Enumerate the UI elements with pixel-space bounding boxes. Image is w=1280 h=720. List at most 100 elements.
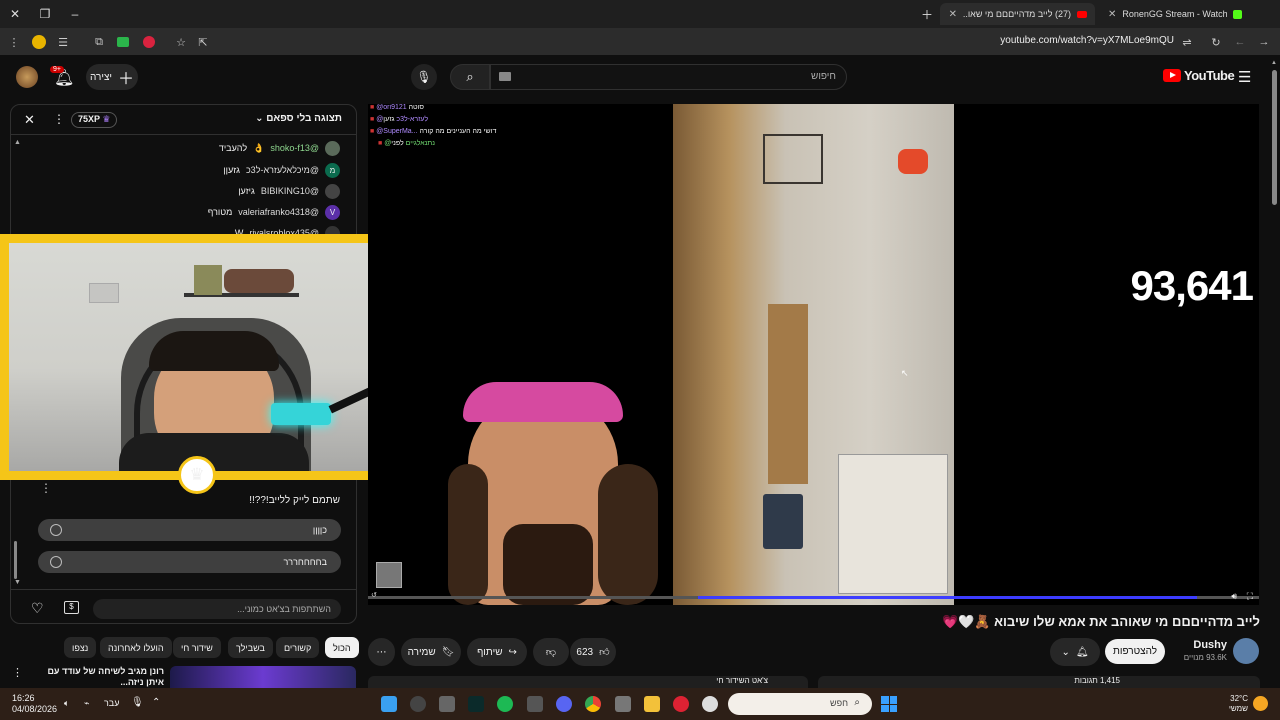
scroll-down-icon[interactable]: ▼ (14, 579, 21, 586)
install-app-icon[interactable]: ⇱ (194, 33, 212, 51)
heart-icon[interactable]: ♡ (31, 600, 44, 617)
extension-icon[interactable] (114, 33, 132, 51)
youtube-logo[interactable]: YouTube (1163, 68, 1235, 83)
scroll-up-icon[interactable]: ▲ (1271, 60, 1277, 66)
page-scrollbar[interactable]: ▲ (1271, 60, 1278, 688)
page-scrollbar-thumb[interactable] (1272, 70, 1277, 205)
poll-option-label: כןןןן (312, 525, 327, 535)
scroll-up-icon[interactable]: ▲ (14, 139, 21, 146)
back-icon[interactable]: → (1255, 33, 1273, 51)
share-button[interactable]: שיתוף ↪ (467, 638, 527, 666)
poll-option[interactable]: בחחחחררר (38, 551, 341, 573)
notification-toggle-button[interactable]: ⌄ 🔔︎ (1050, 638, 1100, 666)
site-settings-icon[interactable]: ⇌ (1178, 33, 1196, 51)
recommendation-thumbnail[interactable] (170, 666, 356, 688)
voice-search-button[interactable]: 🎙︎ (411, 64, 437, 90)
clock[interactable]: 16:26 04/08/2026 (12, 693, 57, 715)
terminal-icon[interactable] (468, 696, 484, 712)
app-icon[interactable] (381, 696, 397, 712)
close-chat-icon[interactable]: ✕ (24, 112, 35, 128)
guide-menu-icon[interactable]: ☰ (1238, 68, 1251, 86)
restore-window-icon[interactable]: ❐ (30, 0, 60, 28)
extension-icon[interactable] (140, 33, 158, 51)
chip-for-you[interactable]: בשבילך (228, 637, 273, 658)
comments-count: 1,415 תגובות (1074, 676, 1120, 685)
create-button[interactable]: יצירה ＋ (86, 64, 138, 90)
poll-more-icon[interactable]: ⋮ (40, 481, 52, 495)
recommendation-title[interactable]: רונן מגיב לשיחה של עודד עם איתן ניזה... (28, 666, 164, 688)
more-actions-button[interactable]: ⋯ (368, 638, 395, 666)
like-button[interactable]: 623 👍︎ (570, 638, 616, 666)
thumbs-down-icon: 👎︎ (545, 647, 557, 658)
profile-icon[interactable] (30, 33, 48, 51)
microphone-icon[interactable]: 🎙︎ (131, 697, 144, 708)
spotify-icon[interactable] (497, 696, 513, 712)
chat-username[interactable]: @valeriafranko4318 (238, 207, 319, 217)
chat-input[interactable]: השתתפות בצ'אט כמוני... (93, 599, 341, 619)
xp-badge[interactable]: 75XP ♛ (71, 112, 118, 128)
channel-name[interactable]: Dushy (1170, 639, 1227, 651)
save-button[interactable]: שמירה 🔖︎ (401, 638, 461, 666)
speaker-icon[interactable]: 🔈︎ (64, 698, 69, 709)
chrome-icon[interactable] (585, 696, 601, 712)
fullscreen-icon[interactable]: ⛶ (1247, 591, 1253, 602)
network-icon[interactable]: ⌁ (84, 698, 89, 709)
extensions-icon[interactable]: ⧉ (90, 33, 108, 51)
weather-widget[interactable]: 32°C שמשי (1224, 694, 1248, 714)
chip-live[interactable]: שידור חי (173, 637, 221, 658)
chip-recently-uploaded[interactable]: הועלו לאחרונה (100, 637, 172, 658)
app-icon[interactable] (702, 696, 718, 712)
bookmark-star-icon[interactable]: ☆ (172, 33, 190, 51)
language-indicator[interactable]: עבר (104, 698, 119, 708)
taskbar-search[interactable]: ⌕ חפש (728, 693, 872, 715)
reading-list-icon[interactable]: ☰ (54, 33, 72, 51)
dislike-button[interactable]: 👎︎ (533, 638, 569, 666)
chip-watched[interactable]: נצפו (64, 637, 97, 658)
subscribe-button[interactable]: להצטרפות (1105, 639, 1165, 664)
channel-avatar[interactable] (1233, 638, 1259, 664)
video-title: לייב מדהייםםם מי שאוהב את אמא שלו שיבוא … (941, 614, 1260, 629)
search-icon: ⌕ (854, 697, 860, 708)
progress-bar[interactable] (368, 596, 1259, 599)
app-icon[interactable] (527, 696, 543, 712)
chat-scrollbar[interactable] (14, 541, 17, 579)
file-explorer-icon[interactable] (644, 696, 660, 712)
live-chat-replay-bar[interactable]: צ'אט השידור חי (368, 676, 808, 688)
video-player[interactable]: ■ @ori9121 סוטה ■ @לעזרא-ל3כ גזען ■ @Sup… (368, 104, 1259, 605)
tray-chevron-icon[interactable]: ⌃ (152, 697, 160, 708)
url-field[interactable]: youtube.com/watch?v=yX7MLoe9mQU (1000, 35, 1174, 46)
app-icon[interactable] (615, 696, 631, 712)
close-tab-icon[interactable]: ✕ (1108, 9, 1116, 20)
browser-tab-active[interactable]: (27) לייב מדהייםםם מי שאו... ✕ (940, 3, 1095, 25)
close-window-icon[interactable]: ✕ (0, 0, 30, 28)
browser-menu-icon[interactable]: ⋮ (5, 33, 23, 51)
chat-username[interactable]: @BIBIKING10 (261, 186, 319, 196)
search-button[interactable]: ⌕ (450, 64, 490, 90)
windows-start-icon[interactable] (881, 696, 897, 712)
account-avatar[interactable] (16, 66, 38, 88)
chat-username[interactable]: @shoko-f13 (270, 143, 319, 153)
minimize-window-icon[interactable]: – (60, 0, 90, 28)
search-icon: ⌕ (466, 69, 474, 84)
super-chat-icon[interactable]: $ (64, 601, 79, 614)
chat-mode-dropdown[interactable]: תצוגה בלי ספאם ⌄ (255, 113, 342, 124)
close-tab-icon[interactable]: ✕ (949, 9, 957, 20)
browser-tab[interactable]: RonenGG Stream - Watch Live ... ✕ (1100, 3, 1250, 25)
chip-related[interactable]: קשורים (276, 637, 320, 658)
app-icon[interactable] (439, 696, 455, 712)
new-tab-icon[interactable]: ＋ (912, 0, 942, 28)
recommendation-more-icon[interactable]: ⋮ (12, 666, 23, 679)
chat-username[interactable]: @מיכלאלעזרא-ל3כ (246, 165, 319, 175)
keyboard-icon[interactable] (499, 72, 511, 81)
search-input[interactable]: חיפוש (490, 64, 847, 90)
chat-more-icon[interactable]: ⋮ (53, 112, 65, 126)
forward-icon[interactable]: ← (1231, 33, 1249, 51)
replay-icon[interactable]: ↺ (371, 591, 377, 599)
volume-icon[interactable]: 🔊︎ (1231, 591, 1237, 602)
app-icon[interactable] (673, 696, 689, 712)
chip-all[interactable]: הכול (325, 637, 359, 658)
app-icon[interactable] (410, 696, 426, 712)
reload-icon[interactable]: ↻ (1207, 33, 1225, 51)
discord-icon[interactable] (556, 696, 572, 712)
poll-option[interactable]: כןןןן (38, 519, 341, 541)
